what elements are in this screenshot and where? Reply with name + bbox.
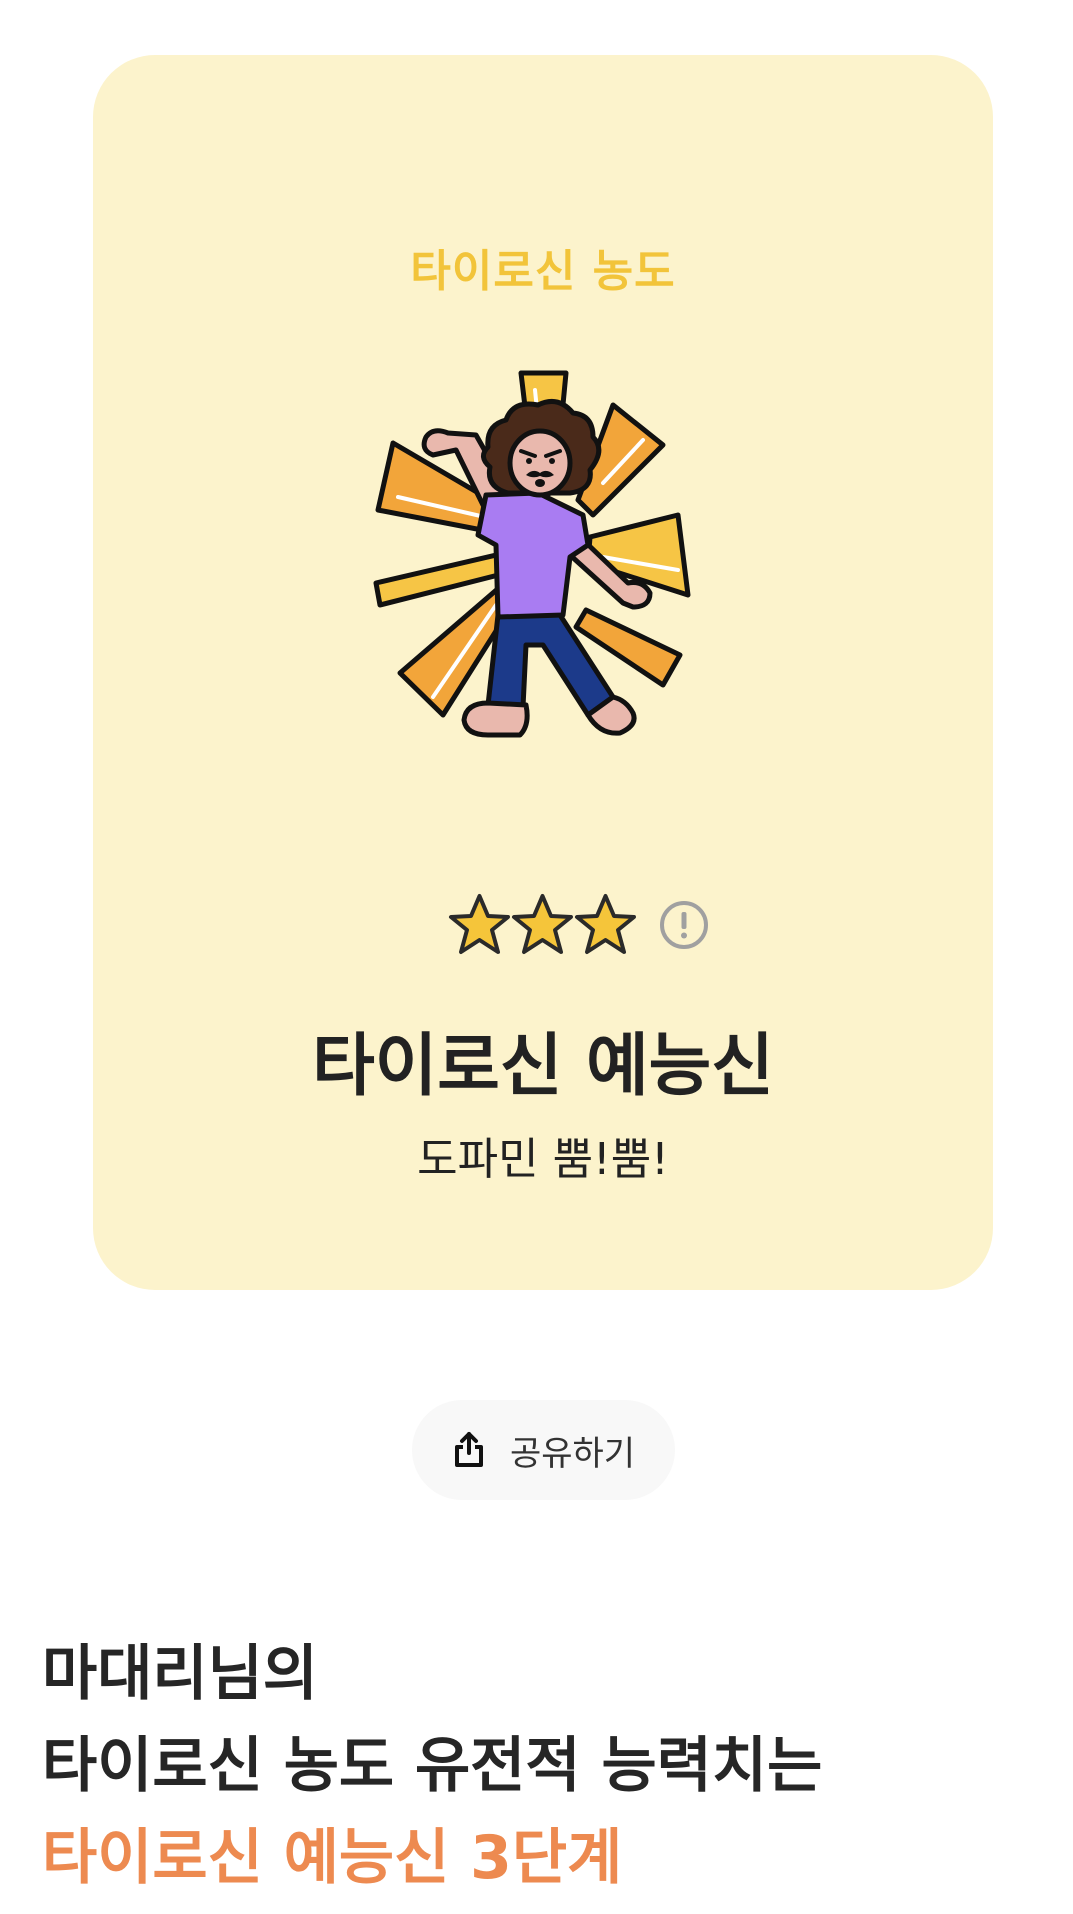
- result-line-trait: 타이로신 농도 유전적 능력치는: [42, 1731, 823, 1801]
- share-button[interactable]: 공유하기: [412, 1400, 675, 1500]
- result-card: 타이로신 농도 타이로신 예능신 도파민 뿜!뿜!: [93, 55, 993, 1290]
- star-icon: [575, 894, 636, 954]
- card-label: 타이로신 농도: [410, 246, 676, 297]
- share-label: 공유하기: [509, 1433, 636, 1474]
- card-subtitle: 도파민 뿜!뿜!: [417, 1134, 669, 1185]
- result-line-user: 마대리님의: [42, 1639, 318, 1709]
- star-icon: [449, 894, 510, 954]
- result-line-level: 타이로신 예능신 3단계: [42, 1823, 623, 1893]
- dancing-person-illustration: [373, 370, 691, 738]
- result-summary: 마대리님의 타이로신 농도 유전적 능력치는 타이로신 예능신 3단계: [42, 1628, 822, 1904]
- share-icon: [454, 1432, 483, 1467]
- card-title: 타이로신 예능신: [312, 1027, 774, 1106]
- info-icon[interactable]: [659, 900, 709, 950]
- rating-stars: [448, 890, 709, 960]
- star-icon: [512, 894, 573, 954]
